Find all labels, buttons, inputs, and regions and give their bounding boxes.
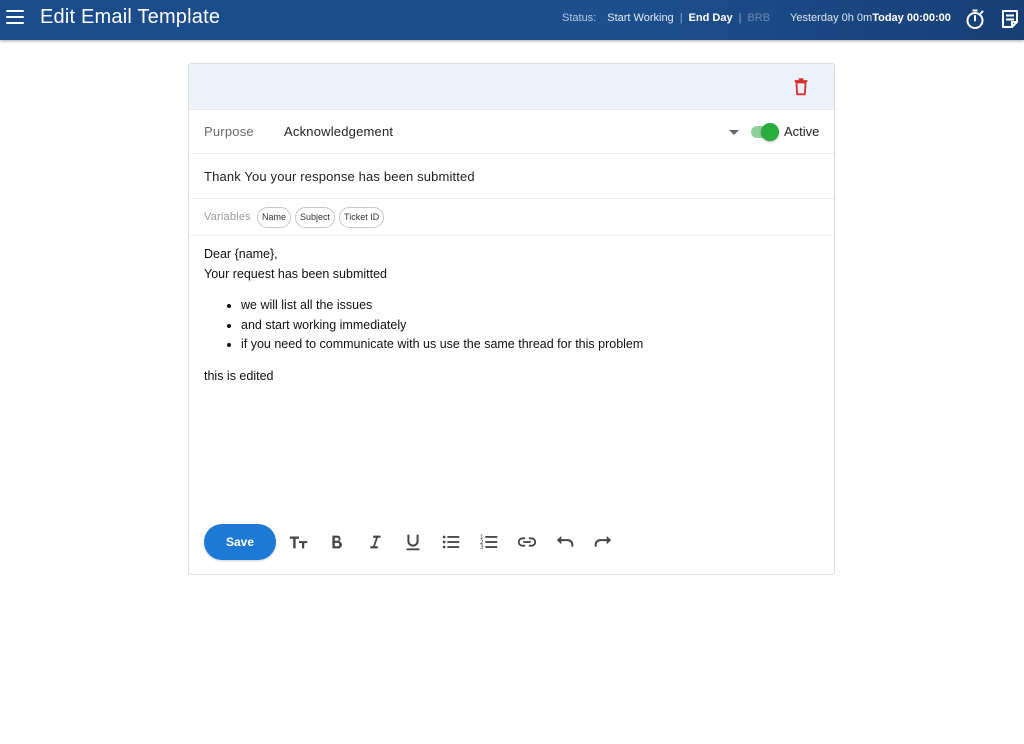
brb-link[interactable]: BRB: [747, 12, 770, 24]
redo-icon[interactable]: [592, 531, 614, 553]
list-item: if you need to communicate with us use t…: [241, 335, 819, 355]
status-separator: |: [679, 12, 683, 24]
list-item: and start working immediately: [241, 316, 819, 336]
time-yesterday: Yesterday 0h 0m: [790, 12, 873, 24]
editor-footer-line: this is edited: [204, 368, 274, 383]
bold-icon[interactable]: [326, 531, 348, 553]
undo-icon[interactable]: [554, 531, 576, 553]
menu-icon[interactable]: [6, 10, 24, 26]
email-body-editor[interactable]: Dear {name}, Your request has been submi…: [204, 245, 819, 515]
trash-icon: [794, 78, 808, 96]
variables-label: Variables: [204, 211, 251, 223]
purpose-label: Purpose: [204, 124, 254, 139]
bullet-list-icon[interactable]: [440, 531, 462, 553]
active-label: Active: [784, 124, 820, 139]
work-status: Status: Start Working | End Day | BRB Ye…: [562, 12, 951, 24]
save-button[interactable]: Save: [204, 524, 276, 560]
subject-input[interactable]: [204, 154, 814, 198]
page-title: Edit Email Template: [40, 6, 221, 28]
editor-line: Your request has been submitted: [204, 266, 387, 281]
start-working-link[interactable]: Start Working: [607, 12, 673, 24]
numbered-list-icon[interactable]: 123: [478, 531, 500, 553]
subject-row: [189, 154, 834, 199]
purpose-row: Purpose Acknowledgement Active: [189, 110, 834, 154]
variable-chip-ticket-id[interactable]: Ticket ID: [339, 207, 385, 228]
app-header: Edit Email Template Status: Start Workin…: [0, 0, 1024, 40]
underline-icon[interactable]: [402, 531, 424, 553]
time-today: Today 00:00:00: [872, 12, 951, 24]
purpose-value: Acknowledgement: [284, 124, 394, 139]
delete-template-button[interactable]: [790, 76, 812, 98]
italic-icon[interactable]: [364, 531, 386, 553]
active-toggle[interactable]: [749, 123, 779, 141]
editor-greeting: Dear {name},: [204, 247, 278, 261]
card-header: [189, 64, 834, 110]
editor-bullet-list: we will list all the issues and start wo…: [204, 296, 819, 355]
notes-icon[interactable]: [998, 7, 1022, 31]
purpose-select[interactable]: Acknowledgement: [284, 116, 739, 148]
text-size-icon[interactable]: [288, 531, 310, 553]
variables-row: Variables Name Subject Ticket ID: [189, 199, 834, 236]
chevron-down-icon: [729, 130, 739, 135]
svg-text:3: 3: [480, 544, 484, 551]
link-icon[interactable]: [516, 531, 538, 553]
editor-toolbar: Save 123: [204, 524, 819, 560]
status-separator: |: [738, 12, 742, 24]
variable-chips: Name Subject Ticket ID: [257, 207, 385, 228]
end-day-link[interactable]: End Day: [689, 12, 733, 24]
email-template-card: Purpose Acknowledgement Active Variables…: [188, 63, 835, 575]
variable-chip-subject[interactable]: Subject: [295, 207, 336, 228]
list-item: we will list all the issues: [241, 296, 819, 316]
status-label: Status:: [562, 12, 597, 24]
stopwatch-icon[interactable]: [963, 7, 987, 31]
variable-chip-name[interactable]: Name: [257, 207, 292, 228]
